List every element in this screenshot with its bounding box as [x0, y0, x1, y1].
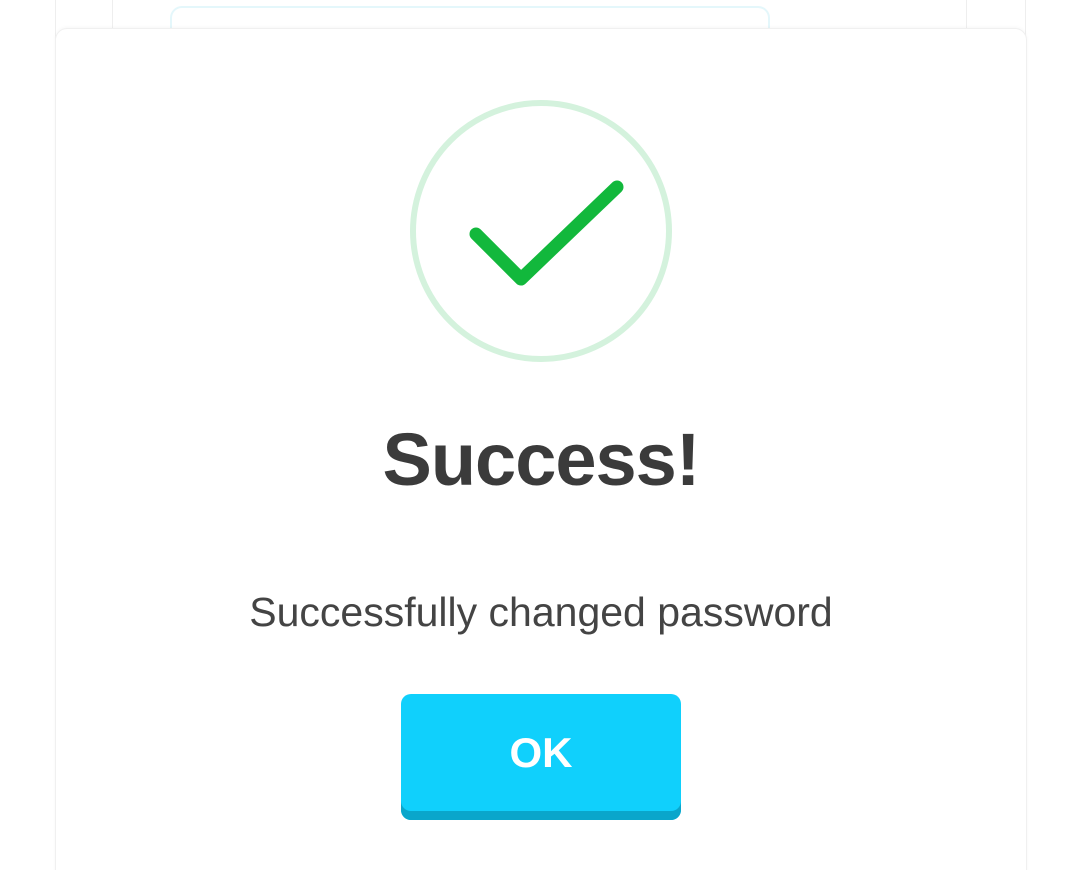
success-ring	[410, 100, 672, 362]
dialog-message: Successfully changed password	[249, 589, 833, 635]
page: Success! Successfully changed password O…	[0, 0, 1079, 870]
success-dialog: Success! Successfully changed password O…	[55, 28, 1027, 870]
success-check-icon	[409, 99, 673, 363]
dialog-title: Success!	[382, 418, 701, 501]
ok-button[interactable]: OK	[401, 694, 681, 820]
check-mark	[469, 180, 624, 286]
